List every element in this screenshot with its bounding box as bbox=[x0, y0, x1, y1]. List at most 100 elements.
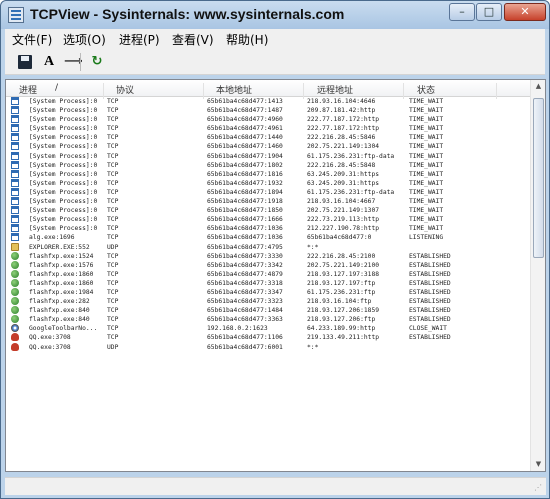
column-process[interactable]: 进程 bbox=[19, 83, 37, 96]
table-row[interactable]: flashfxp.exe:1860 TCP 65b61ba4c68d477:4879… bbox=[6, 269, 531, 279]
state-cell: TIME_WAIT bbox=[409, 116, 444, 124]
state-cell: ESTABLISHED bbox=[409, 279, 451, 287]
title-bar[interactable]: TCPView - Sysinternals: www.sysinternals… bbox=[1, 1, 549, 29]
local-address-cell: 65b61ba4c68d477:1894 bbox=[207, 188, 283, 196]
tcpview-window: TCPView - Sysinternals: www.sysinternals… bbox=[0, 0, 550, 499]
state-cell: TIME_WAIT bbox=[409, 198, 444, 206]
menu-file[interactable]: 文件(F) bbox=[12, 31, 52, 48]
remote-address-cell: 63.245.209.31:https bbox=[307, 179, 380, 187]
table-row[interactable]: QQ.exe:3708 UDP 65b61ba4c68d477:6001 *:* bbox=[6, 342, 531, 352]
table-row[interactable]: [System Process]:0 TCP 65b61ba4c68d477:103… bbox=[6, 224, 531, 233]
table-row[interactable]: flashfxp.exe:282 TCP 65b61ba4c68d477:3323 2… bbox=[6, 297, 531, 306]
column-remote-address[interactable]: 远程地址 bbox=[317, 83, 353, 96]
flash-process-icon bbox=[11, 251, 19, 260]
win-process-icon bbox=[11, 133, 19, 142]
scroll-down-icon[interactable]: ▼ bbox=[534, 460, 543, 469]
vertical-scrollbar[interactable]: ▲ ▼ bbox=[530, 80, 545, 471]
state-cell: TIME_WAIT bbox=[409, 107, 444, 115]
font-icon[interactable]: A bbox=[40, 53, 58, 71]
flash-process-icon bbox=[11, 287, 19, 296]
local-address-cell: 65b61ba4c68d477:3318 bbox=[207, 279, 283, 287]
state-cell: TIME_WAIT bbox=[409, 143, 444, 151]
protocol-cell: TCP bbox=[107, 288, 119, 296]
column-protocol[interactable]: 协议 bbox=[116, 83, 134, 96]
table-row[interactable]: flashfxp.exe:840 TCP 65b61ba4c68d477:3363 2… bbox=[6, 315, 531, 324]
table-row[interactable]: [System Process]:0 TCP 65b61ba4c68d477:144… bbox=[6, 133, 531, 142]
protocol-cell: TCP bbox=[107, 134, 119, 142]
local-address-cell: 65b61ba4c68d477:1413 bbox=[207, 98, 283, 105]
table-row[interactable]: [System Process]:0 TCP 65b61ba4c68d477:191… bbox=[6, 197, 531, 206]
table-row[interactable]: EXPLORER.EXE:552 UDP 65b61ba4c68d477:4795 *… bbox=[6, 242, 531, 252]
local-address-cell: 65b61ba4c68d477:6001 bbox=[207, 343, 283, 351]
table-row[interactable]: [System Process]:0 TCP 65b61ba4c68d477:193… bbox=[6, 178, 531, 188]
table-row[interactable]: [System Process]:0 TCP 65b61ba4c68d477:181… bbox=[6, 169, 531, 179]
remote-address-cell: *:* bbox=[307, 343, 319, 351]
minimize-button[interactable]: – bbox=[449, 3, 475, 21]
state-cell: TIME_WAIT bbox=[409, 179, 444, 187]
state-cell: TIME_WAIT bbox=[409, 207, 444, 215]
win-process-icon bbox=[11, 197, 19, 206]
flash-process-icon bbox=[11, 260, 19, 269]
protocol-cell: TCP bbox=[107, 161, 119, 169]
table-row[interactable]: flashfxp.exe:1860 TCP 65b61ba4c68d477:3318… bbox=[6, 278, 531, 288]
process-name: [System Process]:0 bbox=[29, 216, 98, 224]
table-row[interactable]: [System Process]:0 TCP 65b61ba4c68d477:148… bbox=[6, 106, 531, 115]
process-name: [System Process]:0 bbox=[29, 116, 98, 124]
column-local-address[interactable]: 本地地址 bbox=[216, 83, 252, 96]
process-name: [System Process]:0 bbox=[29, 125, 98, 133]
table-row[interactable]: [System Process]:0 TCP 65b61ba4c68d477:146… bbox=[6, 142, 531, 151]
column-state[interactable]: 状态 bbox=[417, 83, 435, 96]
menu-options[interactable]: 选项(O) bbox=[63, 31, 106, 48]
table-row[interactable]: [System Process]:0 TCP 65b61ba4c68d477:189… bbox=[6, 187, 531, 197]
process-name: [System Process]:0 bbox=[29, 188, 98, 196]
refresh-icon[interactable]: ↻ bbox=[88, 53, 106, 71]
flash-process-icon bbox=[11, 315, 19, 324]
table-row[interactable]: flashfxp.exe:840 TCP 65b61ba4c68d477:1484 2… bbox=[6, 306, 531, 315]
flash-process-icon bbox=[11, 297, 19, 306]
local-address-cell: 192.168.0.2:1623 bbox=[207, 325, 268, 333]
table-row[interactable]: [System Process]:0 TCP 65b61ba4c68d477:496… bbox=[6, 124, 531, 133]
table-row[interactable]: [System Process]:0 TCP 65b61ba4c68d477:185… bbox=[6, 206, 531, 215]
protocol-cell: TCP bbox=[107, 307, 119, 315]
table-row[interactable]: [System Process]:0 TCP 65b61ba4c68d477:190… bbox=[6, 151, 531, 161]
menu-help[interactable]: 帮助(H) bbox=[226, 31, 268, 48]
protocol-cell: TCP bbox=[107, 261, 119, 269]
process-name: [System Process]:0 bbox=[29, 225, 98, 233]
resize-grip-icon[interactable]: ⋰ bbox=[534, 483, 544, 493]
connections-list[interactable]: 进程 / 协议 本地地址 远程地址 状态 [System Process]:0 T… bbox=[5, 79, 546, 472]
menu-view[interactable]: 查看(V) bbox=[172, 31, 214, 48]
remote-address-cell: 222.73.219.113:http bbox=[307, 216, 380, 224]
process-name: [System Process]:0 bbox=[29, 152, 98, 160]
table-row[interactable]: QQ.exe:3708 TCP 65b61ba4c68d477:1106 219.13… bbox=[6, 333, 531, 342]
close-button[interactable]: ✕ bbox=[504, 3, 546, 21]
local-address-cell: 65b61ba4c68d477:1932 bbox=[207, 179, 283, 187]
table-row[interactable]: [System Process]:0 TCP 65b61ba4c68d477:166… bbox=[6, 215, 531, 224]
win-process-icon bbox=[11, 97, 19, 105]
remote-address-cell: 202.75.221.149:2100 bbox=[307, 261, 380, 269]
scroll-thumb[interactable] bbox=[533, 98, 544, 258]
remote-address-cell: 61.175.236.231:ftp-data bbox=[307, 188, 395, 196]
maximize-button[interactable]: □ bbox=[476, 3, 502, 21]
table-row[interactable]: [System Process]:0 TCP 65b61ba4c68d477:496… bbox=[6, 115, 531, 124]
table-row[interactable]: alg.exe:1696 TCP 65b61ba4c68d477:1036 65b61… bbox=[6, 233, 531, 242]
table-row[interactable]: flashfxp.exe:1576 TCP 65b61ba4c68d477:3342… bbox=[6, 260, 531, 270]
state-cell: ESTABLISHED bbox=[409, 252, 451, 260]
process-name: flashfxp.exe:1524 bbox=[29, 252, 94, 260]
save-icon[interactable] bbox=[16, 53, 34, 71]
table-row[interactable]: flashfxp.exe:1984 TCP 65b61ba4c68d477:3347… bbox=[6, 287, 531, 297]
table-row[interactable]: [System Process]:0 TCP 65b61ba4c68d477:180… bbox=[6, 160, 531, 170]
state-cell: TIME_WAIT bbox=[409, 161, 444, 169]
remote-address-cell: 218.93.16.104:4646 bbox=[307, 98, 376, 105]
process-name: flashfxp.exe:282 bbox=[29, 298, 90, 306]
scroll-up-icon[interactable]: ▲ bbox=[534, 82, 543, 91]
table-row[interactable]: GoogleToolbarNo... TCP 192.168.0.2:1623 64.… bbox=[6, 324, 531, 333]
menu-process[interactable]: 进程(P) bbox=[119, 31, 160, 48]
win-process-icon bbox=[11, 178, 19, 187]
table-row[interactable]: flashfxp.exe:1524 TCP 65b61ba4c68d477:3330… bbox=[6, 251, 531, 261]
remote-address-cell: 218.93.127.197:ftp bbox=[307, 279, 376, 287]
local-address-cell: 65b61ba4c68d477:4795 bbox=[207, 243, 283, 251]
local-address-cell: 65b61ba4c68d477:1904 bbox=[207, 152, 283, 160]
table-row[interactable]: [System Process]:0 TCP 65b61ba4c68d477:141… bbox=[6, 97, 531, 106]
state-cell: TIME_WAIT bbox=[409, 225, 444, 233]
local-address-cell: 65b61ba4c68d477:4879 bbox=[207, 270, 283, 278]
